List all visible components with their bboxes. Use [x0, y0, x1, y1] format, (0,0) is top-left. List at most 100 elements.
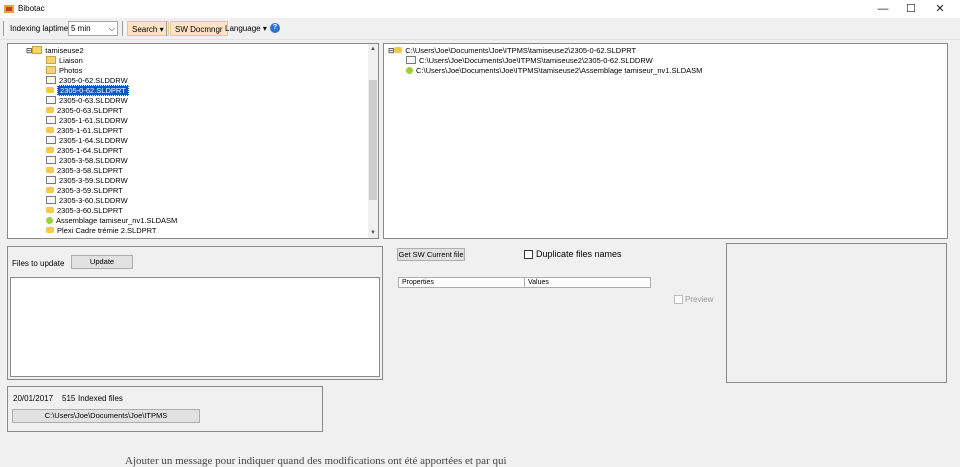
tree-item-label: 2305-0-62.SLDDRW	[59, 76, 128, 85]
tree-item[interactable]: 2305-3-59.SLDDRW	[46, 176, 128, 186]
refs-child-node[interactable]: C:\Users\Joe\Documents\Joe\ITPMS\tamiseu…	[406, 56, 653, 66]
index-status-group: 20/01/2017 515 Indexed files C:\Users\Jo…	[7, 386, 323, 432]
preview-checkbox[interactable]	[674, 295, 683, 304]
tree-item[interactable]: 2305-0-63.SLDDRW	[46, 96, 128, 106]
update-button[interactable]: Update	[71, 255, 133, 269]
minimize-button[interactable]: —	[868, 0, 898, 18]
scrollbar-thumb[interactable]	[369, 80, 377, 200]
window-title: Bibotac	[18, 4, 45, 13]
refs-child-label: C:\Users\Joe\Documents\Joe\ITPMS\tamiseu…	[416, 66, 703, 75]
tree-item-label: 2305-3-59.SLDDRW	[59, 176, 128, 185]
tree-item[interactable]: Liaison	[46, 56, 83, 66]
tree-item[interactable]: 2305-1-61.SLDDRW	[46, 116, 128, 126]
part-file-icon	[46, 107, 54, 114]
dropdown-arrow-icon: ▾	[262, 24, 267, 33]
tree-item[interactable]: 2305-3-59.SLDPRT	[46, 186, 123, 196]
laptime-combo[interactable]: 5 min ⌵	[68, 21, 118, 36]
duplicate-files-checkbox[interactable]	[524, 250, 533, 259]
refs-root-node[interactable]: ⊟ C:\Users\Joe\Documents\Joe\ITPMS\tamise…	[388, 46, 636, 56]
toolbar-separator	[3, 21, 7, 36]
tree-item[interactable]: 2305-0-63.SLDPRT	[46, 106, 123, 116]
duplicate-files-label: Duplicate files names	[536, 249, 622, 259]
tree-item-label: 2305-1-61.SLDDRW	[59, 116, 128, 125]
help-icon[interactable]: ?	[270, 23, 280, 33]
drawing-file-icon	[46, 196, 56, 205]
refs-child-label: C:\Users\Joe\Documents\Joe\ITPMS\tamiseu…	[419, 56, 653, 65]
tree-item-label: 2305-3-60.SLDDRW	[59, 196, 128, 205]
part-file-icon	[46, 127, 54, 134]
drawing-file-icon	[46, 136, 56, 145]
tree-item[interactable]: 2305-3-58.SLDDRW	[46, 156, 128, 166]
tree-item-label: Assemblage tamiseur_nv1.SLDASM	[56, 216, 178, 225]
part-file-icon	[394, 47, 403, 54]
laptime-value: 5 min	[71, 24, 91, 33]
indexed-count: 515	[62, 394, 76, 403]
files-to-update-label: Files to update	[12, 259, 65, 268]
folder-icon	[46, 66, 56, 75]
tree-scrollbar[interactable]: ▲ ▼	[368, 44, 378, 238]
dropdown-arrow-icon: ▾	[159, 25, 164, 34]
tree-item-label: 2305-3-58.SLDPRT	[57, 166, 123, 175]
tree-item-label: 2305-1-64.SLDDRW	[59, 136, 128, 145]
refs-child-node[interactable]: C:\Users\Joe\Documents\Joe\ITPMS\tamiseu…	[406, 66, 702, 76]
part-file-icon	[46, 227, 54, 234]
part-file-icon	[46, 167, 54, 174]
refs-root-label: C:\Users\Joe\Documents\Joe\ITPMS\tamiseu…	[405, 46, 637, 55]
tree-item-label: 2305-3-60.SLDPRT	[57, 206, 123, 215]
part-file-icon	[46, 207, 54, 214]
tree-item[interactable]: 2305-1-61.SLDPRT	[46, 126, 123, 136]
drawing-file-icon	[46, 76, 56, 85]
sw-docmngr-button[interactable]: SW Docmngr	[170, 21, 228, 36]
preview-label: Preview	[685, 295, 714, 304]
tree-item[interactable]: 2305-1-64.SLDDRW	[46, 136, 128, 146]
search-button[interactable]: Search ▾	[127, 21, 169, 36]
file-tree-panel[interactable]: ⊟ tamiseuse2 Liaison Photos 2305-0-62.SLDDRW…	[7, 43, 379, 239]
title-bar: Bibotac — ☐ ✕	[0, 0, 960, 18]
tree-item[interactable]: 2305-3-60.SLDPRT	[46, 206, 123, 216]
drawing-file-icon	[46, 116, 56, 125]
indexing-laptime-label: Indexing laptime	[10, 24, 69, 33]
values-column-header[interactable]: Values	[524, 277, 651, 288]
tree-item[interactable]: Plexi Cadre trémie 2.SLDPRT	[46, 226, 156, 236]
maximize-button[interactable]: ☐	[896, 0, 926, 18]
assembly-file-icon	[406, 66, 413, 74]
scroll-up-icon[interactable]: ▲	[368, 44, 378, 54]
chevron-down-icon: ⌵	[108, 24, 115, 33]
close-button[interactable]: ✕	[925, 0, 955, 18]
get-sw-current-file-button[interactable]: Get SW Current file	[397, 248, 465, 261]
part-file-icon	[46, 147, 54, 154]
tree-item[interactable]: 2305-0-62.SLDPRT	[46, 85, 129, 96]
language-menu[interactable]: Language ▾	[221, 21, 271, 36]
tree-item[interactable]: 2305-3-58.SLDPRT	[46, 166, 123, 176]
index-date: 20/01/2017	[13, 394, 54, 403]
scroll-down-icon[interactable]: ▼	[368, 228, 378, 238]
tree-root-label: tamiseuse2	[45, 46, 84, 55]
files-to-update-group: Files to update Update	[7, 246, 383, 380]
tree-item[interactable]: 2305-1-64.SLDPRT	[46, 146, 123, 156]
language-menu-label: Language	[225, 24, 261, 33]
drawing-file-icon	[46, 96, 56, 105]
files-to-update-list[interactable]	[10, 277, 380, 377]
index-path-button[interactable]: C:\Users\Joe\Documents\Joe\ITPMS	[12, 409, 200, 423]
part-file-icon	[46, 187, 54, 194]
folder-icon	[46, 56, 56, 65]
tree-item[interactable]: Assemblage tamiseur_nv1.SLDASM	[46, 216, 177, 226]
tree-item[interactable]: Photos	[46, 66, 82, 76]
tree-root-node[interactable]: ⊟ tamiseuse2	[26, 46, 84, 56]
assembly-file-icon	[46, 216, 53, 224]
properties-column-header[interactable]: Properties	[398, 277, 525, 288]
indexed-files-label: Indexed files	[78, 394, 123, 403]
toolbar: Indexing laptime 5 min ⌵ Search ▾ SW Doc…	[0, 18, 960, 40]
preview-box	[726, 243, 947, 383]
drawing-file-icon	[406, 56, 416, 65]
drawing-file-icon	[46, 176, 56, 185]
tree-item-label: 2305-0-62.SLDPRT	[57, 85, 129, 96]
tree-item-label: Plexi Cadre trémie 2.SLDPRT	[57, 226, 157, 235]
tree-item[interactable]: 2305-3-60.SLDDRW	[46, 196, 128, 206]
tree-item-label: Photos	[59, 66, 83, 75]
drawing-file-icon	[46, 156, 56, 165]
folder-icon	[32, 46, 43, 55]
search-button-label: Search	[132, 25, 158, 34]
tree-item-label: 2305-1-64.SLDPRT	[57, 146, 123, 155]
references-tree-panel[interactable]: ⊟ C:\Users\Joe\Documents\Joe\ITPMS\tamise…	[383, 43, 948, 239]
